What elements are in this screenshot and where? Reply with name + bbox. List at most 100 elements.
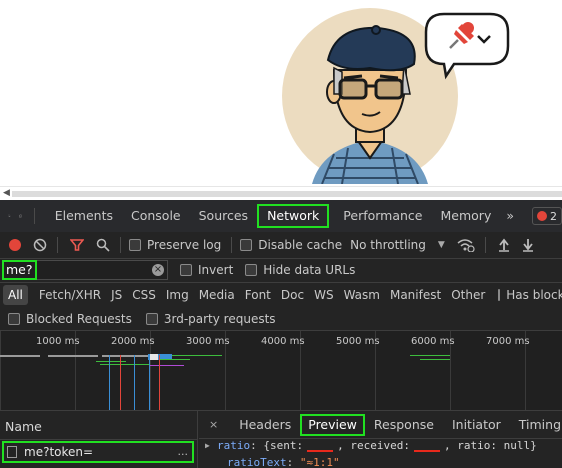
preserve-log-checkbox[interactable] <box>129 239 141 251</box>
waterfall-bar <box>410 355 450 356</box>
network-toolbar: Preserve log Disable cache No throttling… <box>0 232 562 258</box>
export-har-icon[interactable] <box>522 238 534 252</box>
preview-line-ratio[interactable]: ▶ ratio: {sent:, received:, ratio: null} <box>205 439 537 452</box>
tab-elements[interactable]: Elements <box>46 204 122 228</box>
requests-split-view: Name me?token= ... × Headers Preview Res… <box>0 410 562 468</box>
type-ws[interactable]: WS <box>309 285 338 305</box>
table-row[interactable]: me?token= ... <box>2 441 194 463</box>
tab-timing[interactable]: Timing <box>510 417 562 432</box>
invert-label: Invert <box>198 263 234 277</box>
timeline-gridline <box>0 331 1 411</box>
name-column-header[interactable]: Name <box>5 419 42 434</box>
divider <box>120 237 121 253</box>
hide-data-urls-checkbox[interactable] <box>245 264 258 276</box>
tab-initiator[interactable]: Initiator <box>443 417 510 432</box>
waterfall-bar <box>150 365 184 366</box>
record-icon[interactable] <box>9 239 21 251</box>
divider <box>484 237 486 253</box>
timeline-tick: 2000 ms <box>111 336 155 347</box>
type-fetch-xhr[interactable]: Fetch/XHR <box>34 285 106 305</box>
load-marker <box>120 355 121 411</box>
waterfall-bar <box>0 355 40 357</box>
scrollbar-thumb[interactable] <box>12 191 562 197</box>
waterfall-bar <box>172 355 222 356</box>
document-icon <box>7 446 17 458</box>
expand-triangle-icon[interactable]: ▶ <box>205 441 210 450</box>
type-media[interactable]: Media <box>194 285 240 305</box>
waterfall-bar <box>420 359 450 360</box>
json-text: received: <box>350 439 410 452</box>
waterfall-bar <box>48 355 98 357</box>
type-css[interactable]: CSS <box>127 285 161 305</box>
timeline-tick: 6000 ms <box>411 336 455 347</box>
tab-performance[interactable]: Performance <box>334 204 431 228</box>
type-manifest[interactable]: Manifest <box>385 285 446 305</box>
json-text: null} <box>503 439 537 452</box>
more-tabs-icon[interactable]: » <box>500 204 520 228</box>
tab-memory[interactable]: Memory <box>432 204 501 228</box>
network-conditions-icon[interactable] <box>457 238 475 252</box>
page-content <box>0 0 562 186</box>
tab-network[interactable]: Network <box>257 204 330 228</box>
throttling-select[interactable]: No throttling <box>350 238 426 252</box>
filter-input[interactable]: me? × <box>2 260 168 280</box>
preserve-log-label: Preserve log <box>147 238 222 252</box>
dom-content-loaded-marker <box>149 355 150 411</box>
type-other[interactable]: Other <box>446 285 490 305</box>
redacted-value <box>413 450 440 452</box>
throttling-dropdown-icon[interactable]: ▼ <box>438 240 445 250</box>
import-har-icon[interactable] <box>498 238 510 252</box>
timeline-tick: 4000 ms <box>261 336 305 347</box>
json-key: ratioText <box>227 456 287 468</box>
search-icon[interactable] <box>96 238 110 252</box>
preview-line-ratio-text: ratioText: "≈1:1" <box>227 456 340 468</box>
waterfall-bar <box>150 354 158 360</box>
json-string: "≈1:1" <box>299 456 340 468</box>
disable-cache-checkbox[interactable] <box>240 239 253 251</box>
inspect-element-icon[interactable] <box>8 208 11 224</box>
json-key: ratio <box>217 439 251 452</box>
filter-icon[interactable] <box>70 238 84 252</box>
timeline-tick: 3000 ms <box>186 336 230 347</box>
error-count: 2 <box>550 209 557 223</box>
request-list: Name me?token= ... <box>0 411 198 468</box>
divider <box>231 237 233 253</box>
type-all[interactable]: All <box>3 285 28 305</box>
horizontal-scrollbar[interactable]: ◀ <box>0 186 562 200</box>
tab-headers[interactable]: Headers <box>230 417 300 432</box>
tab-console[interactable]: Console <box>122 204 190 228</box>
tab-sources[interactable]: Sources <box>190 204 257 228</box>
type-font[interactable]: Font <box>240 285 276 305</box>
hide-data-urls-label: Hide data URLs <box>263 263 356 277</box>
json-text: {sent: <box>263 439 304 452</box>
waterfall-bar <box>96 361 126 362</box>
devtools-tabbar: Elements Console Sources Network Perform… <box>0 200 562 232</box>
type-wasm[interactable]: Wasm <box>339 285 385 305</box>
type-js[interactable]: JS <box>106 285 127 305</box>
tab-response[interactable]: Response <box>365 417 443 432</box>
third-party-checkbox[interactable] <box>145 313 158 325</box>
request-name-overflow: ... <box>177 445 189 458</box>
timeline-tick: 7000 ms <box>486 336 530 347</box>
type-img[interactable]: Img <box>161 285 194 305</box>
error-count-badge[interactable]: 2 <box>532 207 562 225</box>
timeline-tick: 1000 ms <box>36 336 80 347</box>
third-party-label: 3rd-party requests <box>163 312 276 326</box>
waterfall-bar <box>160 359 190 360</box>
clear-icon[interactable] <box>33 238 47 252</box>
device-toolbar-icon[interactable] <box>18 208 22 224</box>
dom-content-loaded-marker <box>134 355 135 411</box>
close-icon[interactable]: × <box>209 418 218 431</box>
filter-input-value[interactable]: me? <box>2 260 37 280</box>
has-blocked-cookies-checkbox[interactable] <box>498 289 501 301</box>
pin-menu-bubble[interactable] <box>424 12 510 80</box>
invert-checkbox[interactable] <box>180 264 192 276</box>
details-tabbar: × Headers Preview Response Initiator Tim… <box>199 411 562 439</box>
has-blocked-cookies-label: Has blocked coo <box>506 288 562 302</box>
tab-preview[interactable]: Preview <box>300 413 365 436</box>
type-doc[interactable]: Doc <box>276 285 309 305</box>
clear-filter-icon[interactable]: × <box>152 264 164 276</box>
scroll-left-icon[interactable]: ◀ <box>3 188 10 198</box>
network-overview-timeline[interactable]: 1000 ms 2000 ms 3000 ms 4000 ms 5000 ms … <box>0 330 562 411</box>
blocked-requests-checkbox[interactable] <box>8 313 20 325</box>
